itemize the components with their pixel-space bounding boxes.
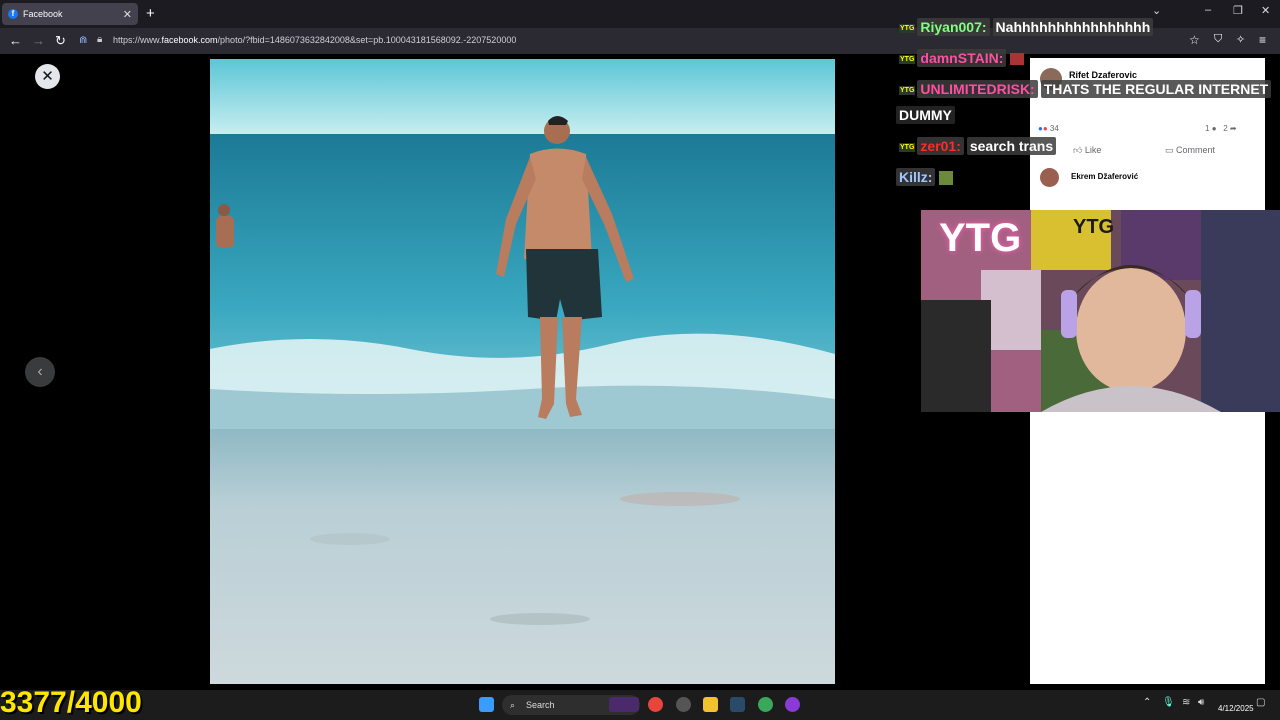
comment-count-icon: ● — [1211, 124, 1217, 133]
steam-icon[interactable] — [730, 697, 745, 712]
notifications-icon[interactable]: ▢ — [1256, 697, 1268, 712]
emote-icon — [939, 171, 954, 186]
minimize-icon[interactable]: – — [1205, 4, 1211, 16]
windows-start-icon[interactable] — [479, 697, 494, 712]
chat-badge: YTG — [899, 85, 916, 95]
chat-user: Riyan007: — [917, 18, 990, 36]
search-highlight-icon — [609, 697, 639, 712]
tab-list-chevron-icon[interactable]: ⌄ — [1152, 4, 1161, 17]
taskbar-date[interactable]: 4/12/2025 — [1218, 704, 1254, 713]
address-bar[interactable]: https://www.facebook.com/photo/?fbid=148… — [113, 35, 516, 45]
windows-taskbar — [0, 690, 1280, 720]
extensions-icon[interactable]: ✧ — [1236, 33, 1245, 46]
webcam-banner-text: YTG — [1073, 216, 1115, 238]
volume-icon[interactable]: 🔊︎ — [1198, 697, 1210, 712]
chat-user: UNLIMITEDRISK: — [917, 80, 1038, 98]
like-button[interactable]: 👍︎ Like — [1073, 145, 1101, 156]
chat-message: YTG zer01: search trans — [899, 137, 1057, 155]
tray-chevron-icon[interactable]: ⌃ — [1143, 697, 1153, 712]
chat-user: damnSTAIN: — [917, 49, 1007, 67]
chat-user: zer01: — [917, 137, 964, 155]
screen: f Facebook ✕ + ⌄ – ❐ ✕ ← → ↻ ⋒ 🔒︎ https:… — [0, 0, 1280, 720]
maximize-icon[interactable]: ❐ — [1233, 4, 1243, 17]
search-icon: ⌕ — [510, 700, 516, 710]
chat-badge: YTG — [899, 142, 916, 152]
beach-photo — [210, 59, 835, 684]
wifi-icon[interactable]: ≋ — [1182, 697, 1194, 712]
love-reaction-icon: ● — [1042, 124, 1048, 133]
chat-user: Killz: — [896, 168, 936, 186]
app-icon[interactable] — [676, 697, 691, 712]
chrome-alt-icon[interactable] — [758, 697, 773, 712]
reaction-count: 34 — [1049, 124, 1059, 133]
webcam-sign-text: YTG — [939, 216, 1022, 260]
shield-icon[interactable]: ⛉ — [1214, 33, 1222, 46]
microphone-icon[interactable]: 🎙︎ — [1162, 697, 1175, 712]
chat-message: YTG Riyan007: Nahhhhhhhhhhhhhhhh — [899, 18, 1154, 36]
file-explorer-icon[interactable] — [703, 697, 718, 712]
comment-count[interactable]: 1 — [1205, 124, 1209, 133]
chat-badge: YTG — [899, 23, 916, 33]
chat-text: THATS THE REGULAR INTERNET — [1040, 80, 1272, 98]
commenter-name[interactable]: Ekrem Džaferović — [1071, 172, 1138, 181]
share-count[interactable]: 2 — [1223, 124, 1227, 133]
lock-icon: 🔒︎ — [97, 34, 103, 45]
chat-message: DUMMY — [896, 106, 955, 124]
reaction-summary[interactable]: ●● 34 — [1038, 124, 1059, 133]
tab-title: Facebook — [23, 9, 63, 19]
close-viewer-button[interactable]: ✕ — [35, 64, 60, 89]
back-icon[interactable]: ← — [9, 33, 22, 48]
site-extension-icon[interactable]: ⋒ — [79, 35, 87, 46]
comment-button[interactable]: ▭ Comment — [1165, 145, 1215, 156]
chat-text: DUMMY — [896, 106, 955, 124]
window-close-icon[interactable]: ✕ — [1261, 4, 1270, 17]
chat-message: YTG UNLIMITEDRISK: THATS THE REGULAR INTER… — [899, 80, 1272, 98]
tab-close-icon[interactable]: ✕ — [123, 8, 132, 21]
engagement-counts: 1 ● 2 ➦ — [1205, 124, 1237, 133]
previous-photo-button[interactable]: ‹ — [25, 357, 55, 387]
chat-message: Killz: — [896, 168, 954, 186]
speech-bubble-icon: ▭ — [1165, 145, 1174, 155]
emote-icon — [1010, 53, 1025, 66]
thumbs-up-icon: 👍︎ — [1073, 145, 1083, 155]
new-tab-icon[interactable]: + — [146, 5, 155, 22]
chat-message: YTG damnSTAIN: — [899, 49, 1025, 67]
share-icon: ➦ — [1229, 124, 1237, 133]
reload-icon[interactable]: ↻ — [55, 33, 66, 49]
streamer-webcam: YTG YTG — [921, 210, 1280, 412]
chat-badge: YTG — [899, 54, 916, 64]
commenter-avatar[interactable] — [1040, 168, 1059, 187]
goal-counter: 3377/4000 — [0, 686, 142, 719]
author-name[interactable]: Rifet Dzaferovic — [1069, 70, 1137, 80]
obs-icon[interactable] — [785, 697, 800, 712]
url-domain: facebook.com — [161, 35, 218, 45]
forward-icon[interactable]: → — [32, 33, 45, 48]
tab-facebook[interactable]: f Facebook ✕ — [2, 3, 138, 25]
bookmark-star-icon[interactable]: ☆ — [1189, 33, 1200, 47]
chrome-icon[interactable] — [648, 697, 663, 712]
chat-text: search trans — [966, 137, 1057, 155]
chat-text: Nahhhhhhhhhhhhhhhh — [992, 18, 1154, 36]
facebook-icon: f — [8, 9, 18, 19]
beach-photo-illustration — [210, 59, 835, 684]
menu-icon[interactable]: ≡ — [1259, 33, 1266, 47]
